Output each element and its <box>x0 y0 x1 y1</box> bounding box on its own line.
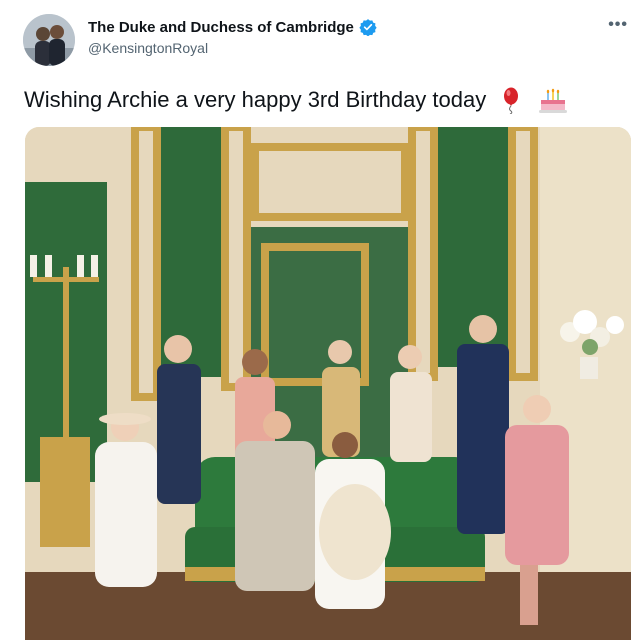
tweet-text: Wishing Archie a very happy 3rd Birthday… <box>24 87 487 112</box>
more-options-icon[interactable]: ••• <box>608 16 628 34</box>
author-handle[interactable]: @KensingtonRoyal <box>88 40 208 56</box>
author-name-row: The Duke and Duchess of Cambridge <box>88 18 377 37</box>
verified-badge-icon <box>359 18 377 37</box>
tweet-text-row: Wishing Archie a very happy 3rd Birthday… <box>24 86 568 115</box>
profile-avatar[interactable] <box>23 14 75 66</box>
display-name[interactable]: The Duke and Duchess of Cambridge <box>88 19 354 36</box>
balloon-icon <box>498 86 526 115</box>
birthday-cake-icon <box>538 86 568 114</box>
tweet-photo[interactable] <box>25 127 631 640</box>
